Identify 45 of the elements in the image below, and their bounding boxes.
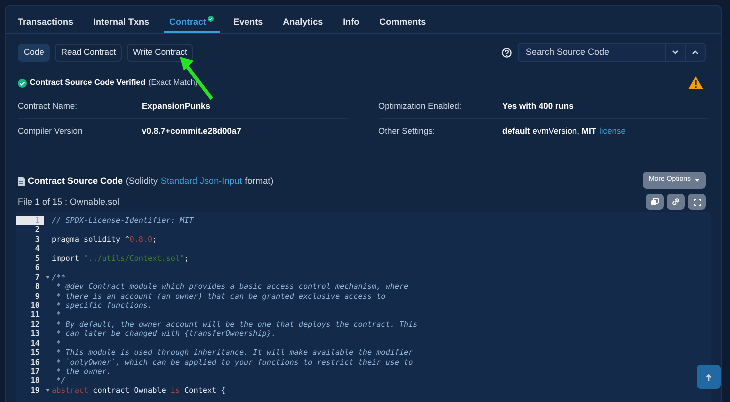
- search-bar[interactable]: Search Source Code: [518, 43, 706, 62]
- caret-icon: [695, 179, 700, 182]
- code-view-tab[interactable]: Code: [18, 44, 50, 62]
- code-view-tab[interactable]: Read Contract: [55, 44, 122, 62]
- tab[interactable]: Transactions: [18, 7, 74, 33]
- tab[interactable]: Internal Txns: [94, 7, 150, 33]
- link-button[interactable]: [667, 194, 685, 210]
- file-label: File 1 of 15 : Ownable.sol: [18, 196, 121, 208]
- check-circle-icon: [18, 78, 27, 88]
- fullscreen-button[interactable]: [688, 194, 706, 210]
- link-icon: [672, 198, 680, 206]
- tab[interactable]: Analytics: [283, 7, 324, 33]
- tab[interactable]: Comments: [380, 7, 426, 33]
- detail-label: Contract Name:: [18, 100, 79, 112]
- fold-caret-icon[interactable]: [46, 276, 50, 279]
- scroll-to-top-button[interactable]: [697, 365, 721, 389]
- license-link[interactable]: license: [600, 125, 626, 138]
- chevron-up-icon: [692, 50, 699, 55]
- format-note: (Solidity: [126, 175, 158, 188]
- help-icon[interactable]: [502, 48, 512, 58]
- tab[interactable]: Events: [234, 7, 264, 33]
- tab[interactable]: Contract: [164, 7, 220, 33]
- warning-icon[interactable]: [688, 76, 704, 90]
- detail-label: Other Settings:: [378, 125, 436, 138]
- detail-value: Yes with 400 runs: [502, 100, 574, 112]
- fold-caret-icon[interactable]: [46, 389, 50, 392]
- standard-json-input-link[interactable]: Standard Json-Input: [161, 175, 242, 188]
- format-note: format): [245, 175, 274, 188]
- detail-label: Compiler Version: [18, 125, 84, 138]
- expand-icon: [694, 198, 700, 206]
- arrow-up-icon: [706, 374, 712, 380]
- document-icon: [18, 177, 25, 186]
- detail-value: default evmVersion, MIT: [502, 125, 597, 138]
- copy-icon: [651, 198, 659, 206]
- detail-label: Optimization Enabled:: [378, 100, 463, 112]
- detail-value: ExpansionPunks: [142, 100, 210, 112]
- copy-button[interactable]: [646, 194, 664, 210]
- chevron-down-icon: [672, 50, 679, 55]
- search-field[interactable]: Search Source Code: [519, 46, 665, 60]
- verified-title: Contract Source Code Verified: [30, 77, 146, 89]
- source-code-title: Contract Source Code: [28, 175, 124, 188]
- exact-match-note: (Exact Match): [148, 77, 198, 89]
- code-view-tab[interactable]: Write Contract: [127, 44, 194, 62]
- tab[interactable]: Info: [343, 7, 360, 33]
- detail-value: v0.8.7+commit.e28d00a7: [142, 125, 242, 138]
